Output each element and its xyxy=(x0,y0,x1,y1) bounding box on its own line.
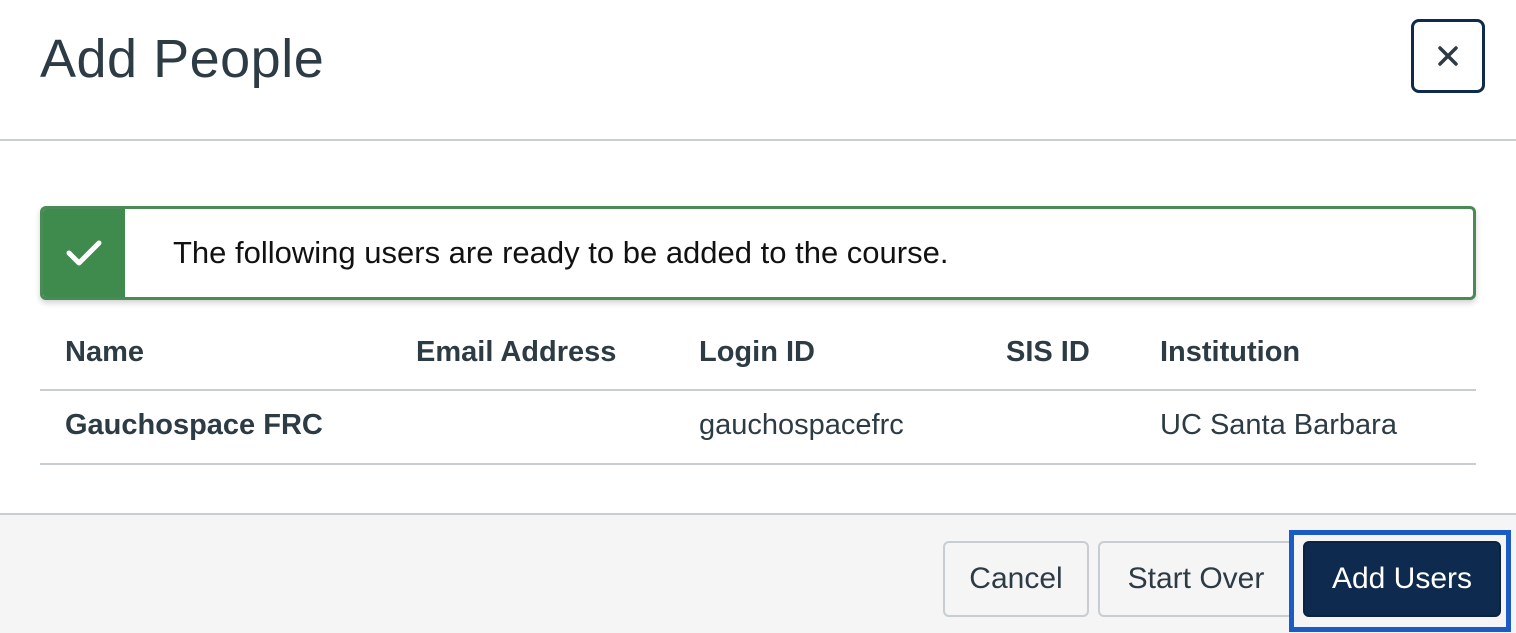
column-header-email: Email Address xyxy=(416,336,617,368)
checkmark-icon xyxy=(66,240,102,266)
start-over-button[interactable]: Start Over xyxy=(1098,541,1294,617)
table-header-row: Name Email Address Login ID SIS ID Insti… xyxy=(40,318,1476,391)
table-row: Gauchospace FRC gauchospacefrc UC Santa … xyxy=(40,391,1476,465)
alert-message: The following users are ready to be adde… xyxy=(173,235,949,270)
alert-icon-panel xyxy=(43,209,125,297)
add-users-button[interactable]: Add Users xyxy=(1303,541,1501,617)
column-header-sis-id: SIS ID xyxy=(1006,336,1090,368)
dialog-title: Add People xyxy=(40,29,325,89)
cancel-button[interactable]: Cancel xyxy=(943,541,1089,617)
cell-institution: UC Santa Barbara xyxy=(1160,409,1397,441)
users-table: Name Email Address Login ID SIS ID Insti… xyxy=(40,318,1476,465)
dialog-header: Add People xyxy=(0,0,1516,141)
column-header-name: Name xyxy=(65,336,144,368)
close-icon xyxy=(1438,46,1458,66)
dialog-footer: Cancel Start Over Add Users xyxy=(0,513,1516,633)
success-alert: The following users are ready to be adde… xyxy=(40,206,1476,300)
close-button[interactable] xyxy=(1411,19,1485,93)
cell-login-id: gauchospacefrc xyxy=(699,409,904,441)
column-header-institution: Institution xyxy=(1160,336,1301,368)
column-header-login-id: Login ID xyxy=(699,336,815,368)
cell-name: Gauchospace FRC xyxy=(65,409,323,441)
